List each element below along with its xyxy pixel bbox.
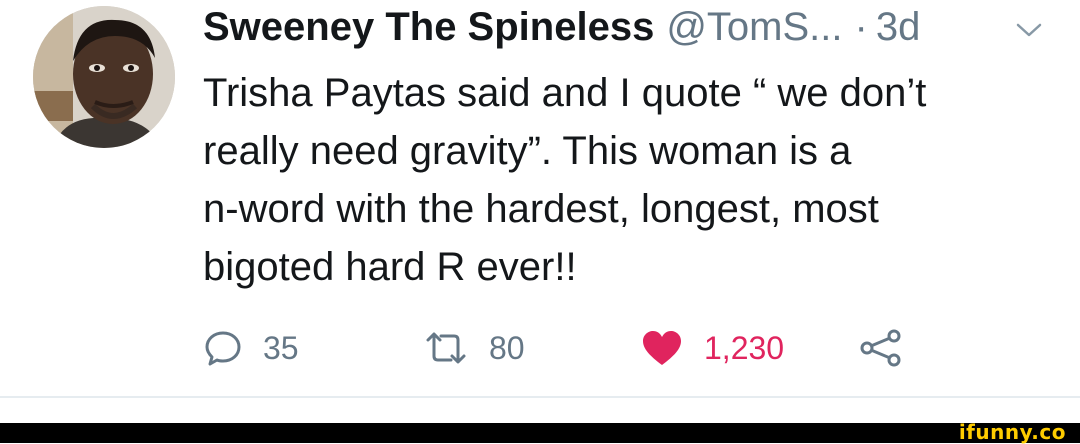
timestamp[interactable]: 3d [876,4,921,50]
retweet-count: 80 [489,329,525,366]
display-name[interactable]: Sweeney The Spineless [203,4,654,50]
separator-dot: · [854,5,868,49]
reply-count: 35 [263,329,299,366]
watermark-bar: ifunny.co [0,420,1080,444]
chevron-down-icon[interactable] [1013,20,1045,40]
like-button[interactable]: 1,230 [640,320,784,376]
share-button[interactable] [858,320,904,376]
avatar[interactable] [33,6,175,148]
ifunny-logo: ifunny.co [958,420,1066,444]
speech-bubble-icon [203,328,243,368]
tweet-actions: 35 80 1,230 [0,320,1080,376]
divider [0,396,1080,398]
retweet-icon [423,328,469,368]
reply-button[interactable]: 35 [203,320,299,376]
like-count: 1,230 [704,329,785,366]
avatar-photo [33,6,175,148]
user-handle[interactable]: @TomS... [666,4,842,50]
heart-icon [640,328,684,368]
share-icon [858,328,904,368]
tweet-text: Trisha Paytas said and I quote “ we don’… [203,71,927,289]
retweet-button[interactable]: 80 [423,320,525,376]
tweet-header: Sweeney The Spineless @TomS... · 3d [203,4,920,50]
